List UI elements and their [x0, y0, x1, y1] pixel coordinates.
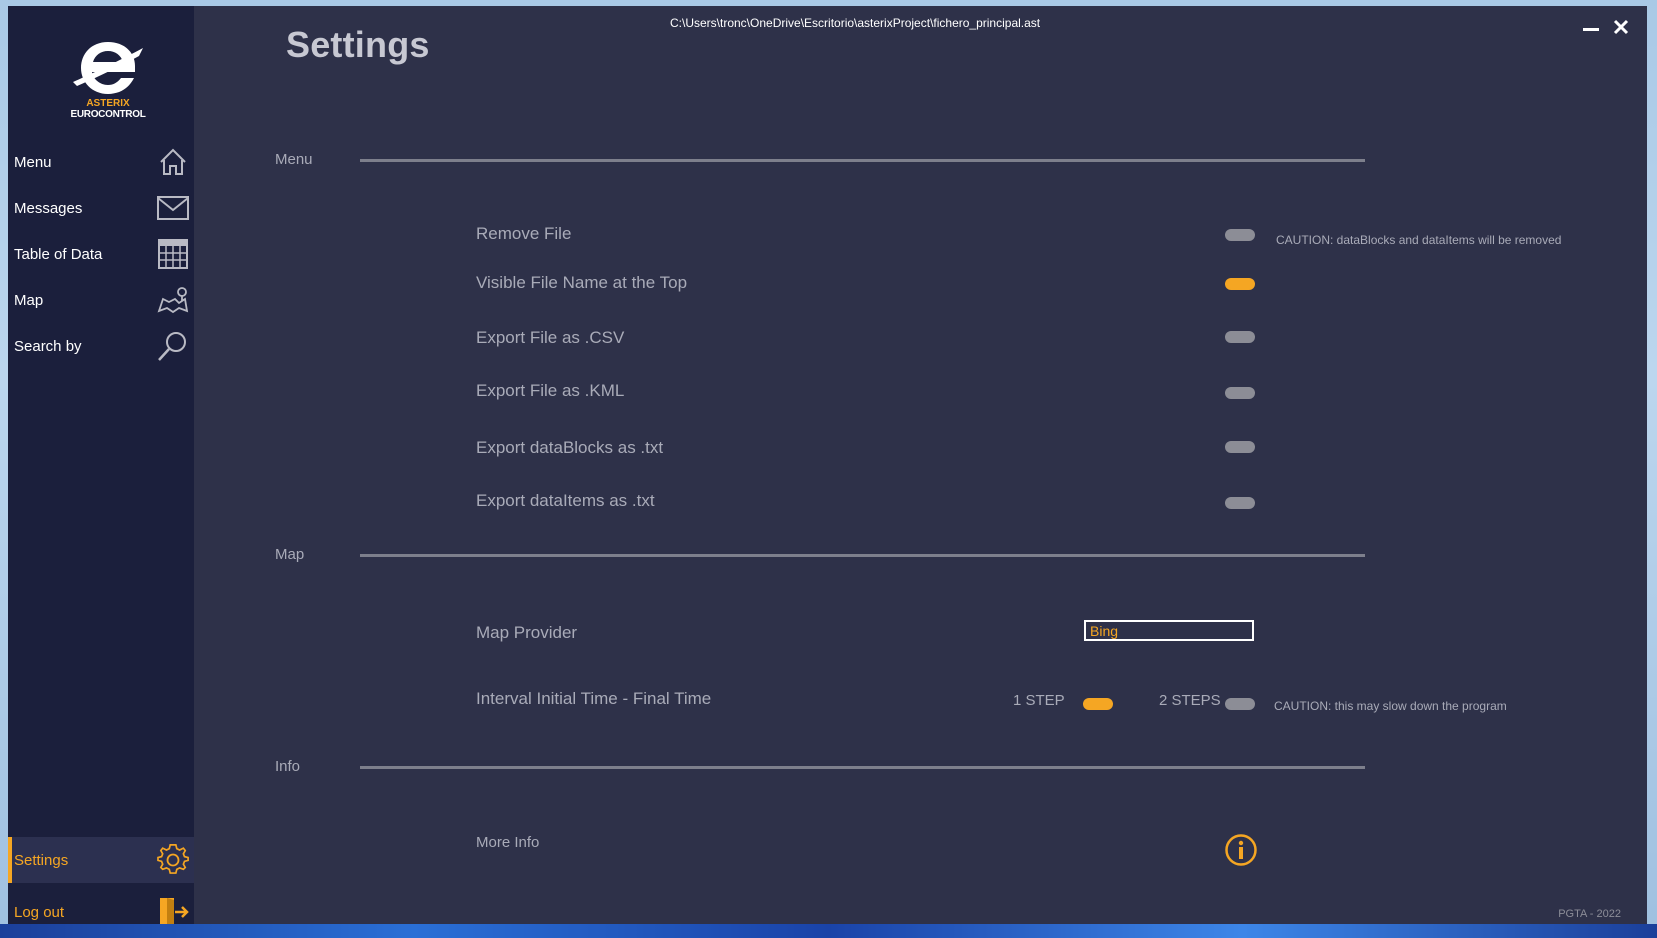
sidebar-item-label: Search by	[14, 337, 82, 355]
visible-file-name-toggle[interactable]	[1225, 278, 1255, 290]
close-button[interactable]	[1610, 18, 1632, 40]
logo-icon	[73, 42, 143, 94]
export-kml-toggle[interactable]	[1225, 387, 1255, 399]
export-datablocks-label: Export dataBlocks as .txt	[476, 438, 664, 457]
sidebar-item-label: Messages	[14, 199, 83, 217]
sidebar-item-table-of-data[interactable]: Table of Data	[8, 231, 194, 277]
two-steps-toggle[interactable]	[1225, 698, 1255, 710]
sidebar-item-menu[interactable]: Menu	[8, 139, 194, 185]
section-divider	[360, 554, 1365, 557]
section-label-menu: Menu	[275, 151, 313, 168]
one-step-toggle[interactable]	[1083, 698, 1113, 710]
export-datablocks-toggle[interactable]	[1225, 441, 1255, 453]
section-label-map: Map	[275, 546, 305, 563]
section-divider	[360, 159, 1365, 162]
export-csv-label: Export File as .CSV	[476, 328, 625, 347]
search-icon	[156, 329, 190, 363]
footer-credit: PGTA - 2022	[1558, 908, 1621, 920]
page-title: Settings	[286, 24, 430, 65]
section-label-info: Info	[275, 758, 301, 775]
table-icon	[156, 237, 190, 271]
sidebar-item-label: Log out	[14, 903, 65, 921]
map-icon	[156, 283, 190, 317]
sidebar-item-label: Settings	[14, 851, 69, 869]
minimize-icon	[1583, 19, 1599, 40]
logo-text-eurocontrol: EUROCONTROL	[70, 109, 146, 120]
sidebar-item-label: Map	[14, 291, 44, 309]
remove-file-toggle[interactable]	[1225, 229, 1255, 241]
file-path: C:\Users\tronc\OneDrive\Escritorio\aster…	[670, 16, 1041, 30]
interval-caution: CAUTION: this may slow down the program	[1274, 699, 1507, 713]
info-icon	[1224, 834, 1258, 871]
export-csv-toggle[interactable]	[1225, 331, 1255, 343]
sidebar-item-map[interactable]: Map	[8, 277, 194, 323]
interval-label: Interval Initial Time - Final Time	[476, 689, 712, 708]
map-provider-label: Map Provider	[476, 623, 578, 642]
home-icon	[156, 145, 190, 179]
export-kml-label: Export File as .KML	[476, 381, 625, 400]
one-step-label: 1 STEP	[1013, 692, 1065, 709]
asterix-logo: ASTERIX EUROCONTROL	[60, 38, 156, 128]
sidebar: ASTERIX EUROCONTROL Menu Messages Table …	[8, 6, 194, 930]
more-info-label: More Info	[476, 834, 540, 851]
sidebar-item-label: Table of Data	[14, 245, 103, 263]
map-provider-input[interactable]	[1084, 620, 1254, 641]
logo-text-asterix: ASTERIX	[86, 98, 130, 109]
export-dataitems-label: Export dataItems as .txt	[476, 491, 655, 510]
export-dataitems-toggle[interactable]	[1225, 497, 1255, 509]
app-window: ASTERIX EUROCONTROL Menu Messages Table …	[8, 6, 1647, 930]
desktop-background	[0, 924, 1657, 938]
section-divider	[360, 766, 1365, 769]
close-icon	[1613, 19, 1629, 40]
envelope-icon	[156, 191, 190, 225]
sidebar-item-label: Menu	[14, 153, 52, 171]
sidebar-item-messages[interactable]: Messages	[8, 185, 194, 231]
minimize-button[interactable]	[1580, 18, 1602, 40]
gear-icon	[156, 843, 190, 877]
remove-file-caution: CAUTION: dataBlocks and dataItems will b…	[1276, 233, 1562, 247]
visible-file-name-label: Visible File Name at the Top	[476, 273, 688, 292]
sidebar-item-search-by[interactable]: Search by	[8, 323, 194, 369]
remove-file-label: Remove File	[476, 224, 572, 243]
sidebar-item-settings[interactable]: Settings	[8, 837, 194, 883]
two-steps-label: 2 STEPS	[1159, 692, 1221, 709]
more-info-button[interactable]	[1224, 833, 1258, 867]
